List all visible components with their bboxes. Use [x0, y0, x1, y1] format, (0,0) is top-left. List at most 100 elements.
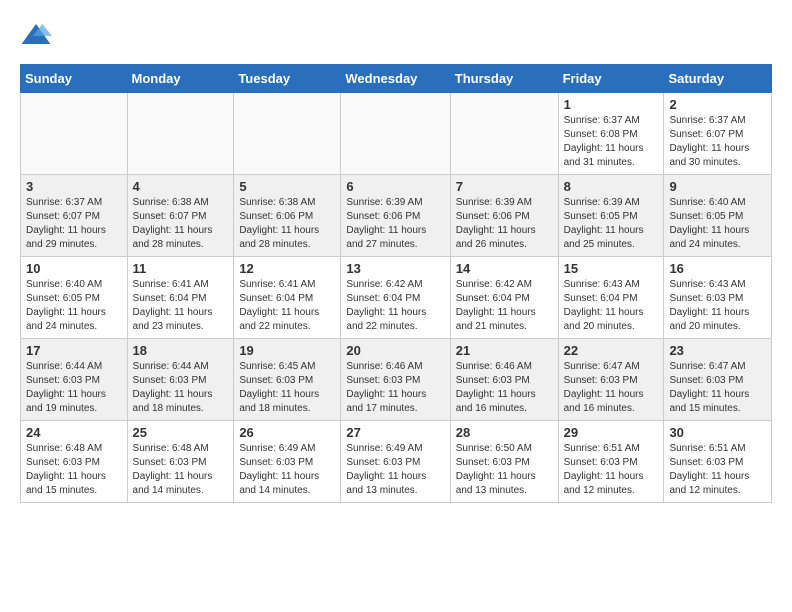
day-number: 29 — [564, 425, 659, 440]
day-number: 20 — [346, 343, 444, 358]
calendar-table: SundayMondayTuesdayWednesdayThursdayFrid… — [20, 64, 772, 503]
day-number: 27 — [346, 425, 444, 440]
day-number: 13 — [346, 261, 444, 276]
calendar-week-row: 17 Sunrise: 6:44 AM Sunset: 6:03 PM Dayli… — [21, 339, 772, 421]
calendar-cell — [21, 93, 128, 175]
day-info: Sunrise: 6:45 AM Sunset: 6:03 PM Dayligh… — [239, 360, 335, 416]
day-number: 19 — [239, 343, 335, 358]
day-number: 16 — [669, 261, 766, 276]
calendar-cell: 10 Sunrise: 6:40 AM Sunset: 6:05 PM Dayli… — [21, 257, 128, 339]
day-info: Sunrise: 6:46 AM Sunset: 6:03 PM Dayligh… — [346, 360, 444, 416]
calendar-header-wednesday: Wednesday — [341, 65, 450, 93]
calendar-cell — [450, 93, 558, 175]
day-info: Sunrise: 6:40 AM Sunset: 6:05 PM Dayligh… — [26, 278, 122, 334]
calendar-header-sunday: Sunday — [21, 65, 128, 93]
calendar-cell: 20 Sunrise: 6:46 AM Sunset: 6:03 PM Dayli… — [341, 339, 450, 421]
calendar-week-row: 3 Sunrise: 6:37 AM Sunset: 6:07 PM Daylig… — [21, 175, 772, 257]
day-info: Sunrise: 6:38 AM Sunset: 6:07 PM Dayligh… — [133, 196, 229, 252]
calendar-cell: 14 Sunrise: 6:42 AM Sunset: 6:04 PM Dayli… — [450, 257, 558, 339]
calendar-cell: 19 Sunrise: 6:45 AM Sunset: 6:03 PM Dayli… — [234, 339, 341, 421]
day-info: Sunrise: 6:50 AM Sunset: 6:03 PM Dayligh… — [456, 442, 553, 498]
header — [20, 20, 772, 52]
calendar-cell: 11 Sunrise: 6:41 AM Sunset: 6:04 PM Dayli… — [127, 257, 234, 339]
calendar-header-tuesday: Tuesday — [234, 65, 341, 93]
calendar-cell: 13Sunrise: 6:42 AM Sunset: 6:04 PM Dayli… — [341, 257, 450, 339]
calendar-cell: 17 Sunrise: 6:44 AM Sunset: 6:03 PM Dayli… — [21, 339, 128, 421]
day-number: 24 — [26, 425, 122, 440]
day-number: 14 — [456, 261, 553, 276]
calendar-cell: 4 Sunrise: 6:38 AM Sunset: 6:07 PM Daylig… — [127, 175, 234, 257]
day-info: Sunrise: 6:44 AM Sunset: 6:03 PM Dayligh… — [133, 360, 229, 416]
calendar-cell: 6 Sunrise: 6:39 AM Sunset: 6:06 PM Daylig… — [341, 175, 450, 257]
day-number: 4 — [133, 179, 229, 194]
day-number: 17 — [26, 343, 122, 358]
calendar-cell: 27 Sunrise: 6:49 AM Sunset: 6:03 PM Dayli… — [341, 421, 450, 503]
day-number: 15 — [564, 261, 659, 276]
day-info: Sunrise: 6:43 AM Sunset: 6:03 PM Dayligh… — [669, 278, 766, 334]
day-info: Sunrise: 6:40 AM Sunset: 6:05 PM Dayligh… — [669, 196, 766, 252]
calendar-week-row: 10 Sunrise: 6:40 AM Sunset: 6:05 PM Dayli… — [21, 257, 772, 339]
day-number: 1 — [564, 97, 659, 112]
day-info: Sunrise: 6:48 AM Sunset: 6:03 PM Dayligh… — [133, 442, 229, 498]
calendar-cell: 28 Sunrise: 6:50 AM Sunset: 6:03 PM Dayli… — [450, 421, 558, 503]
calendar-cell: 24 Sunrise: 6:48 AM Sunset: 6:03 PM Dayli… — [21, 421, 128, 503]
day-info: Sunrise: 6:47 AM Sunset: 6:03 PM Dayligh… — [564, 360, 659, 416]
calendar-cell: 30 Sunrise: 6:51 AM Sunset: 6:03 PM Dayli… — [664, 421, 772, 503]
day-number: 8 — [564, 179, 659, 194]
day-info: Sunrise: 6:38 AM Sunset: 6:06 PM Dayligh… — [239, 196, 335, 252]
day-number: 21 — [456, 343, 553, 358]
day-info: Sunrise: 6:49 AM Sunset: 6:03 PM Dayligh… — [239, 442, 335, 498]
day-info: Sunrise: 6:37 AM Sunset: 6:07 PM Dayligh… — [669, 114, 766, 170]
day-number: 2 — [669, 97, 766, 112]
day-info: Sunrise: 6:37 AM Sunset: 6:07 PM Dayligh… — [26, 196, 122, 252]
calendar-cell: 9 Sunrise: 6:40 AM Sunset: 6:05 PM Daylig… — [664, 175, 772, 257]
day-info: Sunrise: 6:49 AM Sunset: 6:03 PM Dayligh… — [346, 442, 444, 498]
day-info: Sunrise: 6:42 AM Sunset: 6:04 PM Dayligh… — [456, 278, 553, 334]
day-number: 30 — [669, 425, 766, 440]
calendar-cell: 25Sunrise: 6:48 AM Sunset: 6:03 PM Dayli… — [127, 421, 234, 503]
calendar-header-row: SundayMondayTuesdayWednesdayThursdayFrid… — [21, 65, 772, 93]
calendar-cell: 1 Sunrise: 6:37 AM Sunset: 6:08 PM Daylig… — [558, 93, 664, 175]
calendar-cell — [234, 93, 341, 175]
calendar-cell: 7Sunrise: 6:39 AM Sunset: 6:06 PM Daylig… — [450, 175, 558, 257]
calendar-cell: 2 Sunrise: 6:37 AM Sunset: 6:07 PM Daylig… — [664, 93, 772, 175]
day-number: 26 — [239, 425, 335, 440]
calendar-cell: 5 Sunrise: 6:38 AM Sunset: 6:06 PM Daylig… — [234, 175, 341, 257]
day-info: Sunrise: 6:51 AM Sunset: 6:03 PM Dayligh… — [564, 442, 659, 498]
day-number: 9 — [669, 179, 766, 194]
logo — [20, 20, 58, 52]
day-info: Sunrise: 6:41 AM Sunset: 6:04 PM Dayligh… — [239, 278, 335, 334]
calendar-cell — [127, 93, 234, 175]
day-number: 28 — [456, 425, 553, 440]
calendar-cell — [341, 93, 450, 175]
calendar-week-row: 1 Sunrise: 6:37 AM Sunset: 6:08 PM Daylig… — [21, 93, 772, 175]
day-number: 23 — [669, 343, 766, 358]
day-number: 11 — [133, 261, 229, 276]
day-number: 12 — [239, 261, 335, 276]
calendar-cell: 21 Sunrise: 6:46 AM Sunset: 6:03 PM Dayli… — [450, 339, 558, 421]
calendar-cell: 3 Sunrise: 6:37 AM Sunset: 6:07 PM Daylig… — [21, 175, 128, 257]
day-number: 6 — [346, 179, 444, 194]
day-info: Sunrise: 6:44 AM Sunset: 6:03 PM Dayligh… — [26, 360, 122, 416]
day-number: 3 — [26, 179, 122, 194]
calendar-header-thursday: Thursday — [450, 65, 558, 93]
calendar-cell: 12 Sunrise: 6:41 AM Sunset: 6:04 PM Dayli… — [234, 257, 341, 339]
day-info: Sunrise: 6:46 AM Sunset: 6:03 PM Dayligh… — [456, 360, 553, 416]
calendar-header-friday: Friday — [558, 65, 664, 93]
calendar-cell: 18 Sunrise: 6:44 AM Sunset: 6:03 PM Dayli… — [127, 339, 234, 421]
day-info: Sunrise: 6:51 AM Sunset: 6:03 PM Dayligh… — [669, 442, 766, 498]
day-number: 22 — [564, 343, 659, 358]
day-number: 10 — [26, 261, 122, 276]
day-info: Sunrise: 6:48 AM Sunset: 6:03 PM Dayligh… — [26, 442, 122, 498]
calendar-cell: 15 Sunrise: 6:43 AM Sunset: 6:04 PM Dayli… — [558, 257, 664, 339]
day-info: Sunrise: 6:41 AM Sunset: 6:04 PM Dayligh… — [133, 278, 229, 334]
day-info: Sunrise: 6:37 AM Sunset: 6:08 PM Dayligh… — [564, 114, 659, 170]
calendar-week-row: 24 Sunrise: 6:48 AM Sunset: 6:03 PM Dayli… — [21, 421, 772, 503]
day-info: Sunrise: 6:39 AM Sunset: 6:06 PM Dayligh… — [346, 196, 444, 252]
logo-icon — [20, 20, 52, 52]
day-number: 5 — [239, 179, 335, 194]
day-number: 18 — [133, 343, 229, 358]
page: SundayMondayTuesdayWednesdayThursdayFrid… — [0, 0, 792, 523]
calendar-cell: 29 Sunrise: 6:51 AM Sunset: 6:03 PM Dayli… — [558, 421, 664, 503]
day-info: Sunrise: 6:43 AM Sunset: 6:04 PM Dayligh… — [564, 278, 659, 334]
